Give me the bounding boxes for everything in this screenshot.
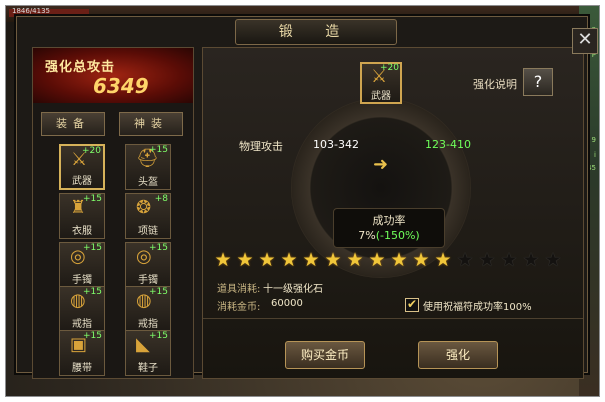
divider	[203, 318, 583, 319]
slot-label: 戒指	[138, 319, 158, 330]
success-rate-box: 成功率 7%(-150%)	[333, 208, 445, 248]
star-filled-icon: ★	[324, 249, 342, 271]
slot-weapon[interactable]: ⚔ +20 武器	[59, 144, 105, 190]
slot-level: +15	[149, 145, 168, 155]
selected-item-slot[interactable]: ⚔ +20 武器	[360, 62, 402, 104]
forge-window: 锻 造 强化总攻击 6349 装备 神装 ⚔ +20 武器 ⛑ +15 头盔 ♜…	[16, 16, 588, 379]
slot-armor[interactable]: ♜ +15 衣服	[59, 193, 105, 239]
slot-level: +8	[154, 194, 168, 204]
slot-label: 戒指	[72, 319, 92, 330]
close-button[interactable]: ✕	[572, 28, 598, 54]
selected-item-name: 武器	[371, 91, 391, 102]
equipment-panel: 强化总攻击 6349 装备 神装 ⚔ +20 武器 ⛑ +15 头盔 ♜ +15…	[32, 47, 194, 379]
slot-level: +15	[149, 243, 168, 253]
slot-label: 腰带	[72, 363, 92, 374]
star-filled-icon: ★	[236, 249, 254, 271]
slot-boots[interactable]: ◣ +15 鞋子	[125, 330, 171, 376]
star-filled-icon: ★	[412, 249, 430, 271]
attack-next: 123-410	[425, 138, 471, 151]
gold-cost-label: 消耗金币:	[217, 302, 261, 313]
star-empty-icon: ★	[500, 249, 518, 271]
star-empty-icon: ★	[544, 249, 562, 271]
gold-cost-value: 60000	[271, 298, 303, 309]
slot-belt[interactable]: ▣ +15 腰带	[59, 330, 105, 376]
slot-necklace[interactable]: ❂ +8 项链	[125, 193, 171, 239]
charm-checkbox[interactable]: ✔	[405, 298, 419, 312]
star-filled-icon: ★	[258, 249, 276, 271]
banner-value: 6349	[93, 74, 149, 98]
slot-ring-right[interactable]: ◍ +15 戒指	[125, 286, 171, 332]
hud-label: 45	[587, 164, 596, 172]
slot-level: +15	[83, 287, 102, 297]
hud-label: i	[594, 151, 596, 159]
boots-icon: ◣	[136, 334, 150, 355]
buy-gold-button[interactable]: 购买金币	[285, 341, 365, 369]
star-filled-icon: ★	[368, 249, 386, 271]
slot-level: +15	[83, 243, 102, 253]
forge-panel: ⚔ +20 武器 强化说明 ? 物理攻击 103-342 ➜ 123-410 成…	[202, 47, 584, 379]
tab-equipment[interactable]: 装备	[41, 112, 105, 136]
slot-ring-left[interactable]: ◍ +15 戒指	[59, 286, 105, 332]
hud-label: 9	[591, 136, 596, 144]
slot-level: +20	[82, 146, 101, 156]
selected-item-level: +20	[380, 63, 399, 73]
slot-level: +15	[149, 331, 168, 341]
slot-level: +15	[83, 331, 102, 341]
slot-label: 手镯	[72, 275, 92, 286]
attack-current: 103-342	[313, 138, 359, 151]
slot-level: +15	[83, 194, 102, 204]
slot-label: 武器	[72, 176, 92, 187]
slot-bracelet-left[interactable]: ◎ +15 手镯	[59, 242, 105, 288]
star-empty-icon: ★	[456, 249, 474, 271]
help-button[interactable]: ?	[523, 68, 553, 96]
slot-helmet[interactable]: ⛑ +15 头盔	[125, 144, 171, 190]
star-filled-icon: ★	[346, 249, 364, 271]
star-empty-icon: ★	[478, 249, 496, 271]
material-value: 十一级强化石	[263, 284, 323, 295]
check-icon: ✔	[406, 297, 418, 311]
enhance-button[interactable]: 强化	[418, 341, 498, 369]
success-rate-bonus: (-150%)	[375, 229, 420, 242]
star-filled-icon: ★	[214, 249, 232, 271]
slot-label: 项链	[138, 226, 158, 237]
success-rate-percent: 7%	[358, 229, 376, 242]
material-label: 道具消耗:	[217, 284, 261, 295]
slot-label: 头盔	[138, 177, 158, 188]
star-filled-icon: ★	[280, 249, 298, 271]
hp-text: 1846/4135	[12, 7, 50, 15]
enhance-level-stars: ★ ★ ★ ★ ★ ★ ★ ★ ★ ★ ★ ★ ★ ★ ★ ★	[213, 250, 565, 270]
window-title: 锻 造	[235, 19, 397, 45]
star-empty-icon: ★	[522, 249, 540, 271]
star-filled-icon: ★	[434, 249, 452, 271]
game-screen: 1846/4135 8 P 9 i 45 锻 造 强化总攻击 6349 装备 神…	[5, 5, 600, 397]
success-rate-label: 成功率	[372, 214, 406, 227]
help-label: 强化说明	[473, 78, 517, 91]
slot-label: 鞋子	[138, 363, 158, 374]
charm-checkbox-label: 使用祝福符成功率100%	[423, 302, 532, 313]
slot-label: 手镯	[138, 275, 158, 286]
arrow-right-icon: ➜	[373, 154, 389, 175]
attack-label: 物理攻击	[239, 140, 283, 153]
slot-bracelet-right[interactable]: ◎ +15 手镯	[125, 242, 171, 288]
tab-divine-equipment[interactable]: 神装	[119, 112, 183, 136]
total-enhance-banner: 强化总攻击 6349	[33, 48, 193, 103]
star-filled-icon: ★	[390, 249, 408, 271]
star-filled-icon: ★	[302, 249, 320, 271]
success-rate-value: 7%(-150%)	[334, 229, 444, 242]
slot-label: 衣服	[72, 226, 92, 237]
banner-title: 强化总攻击	[45, 60, 116, 75]
slot-level: +15	[149, 287, 168, 297]
necklace-icon: ❂	[136, 197, 152, 218]
